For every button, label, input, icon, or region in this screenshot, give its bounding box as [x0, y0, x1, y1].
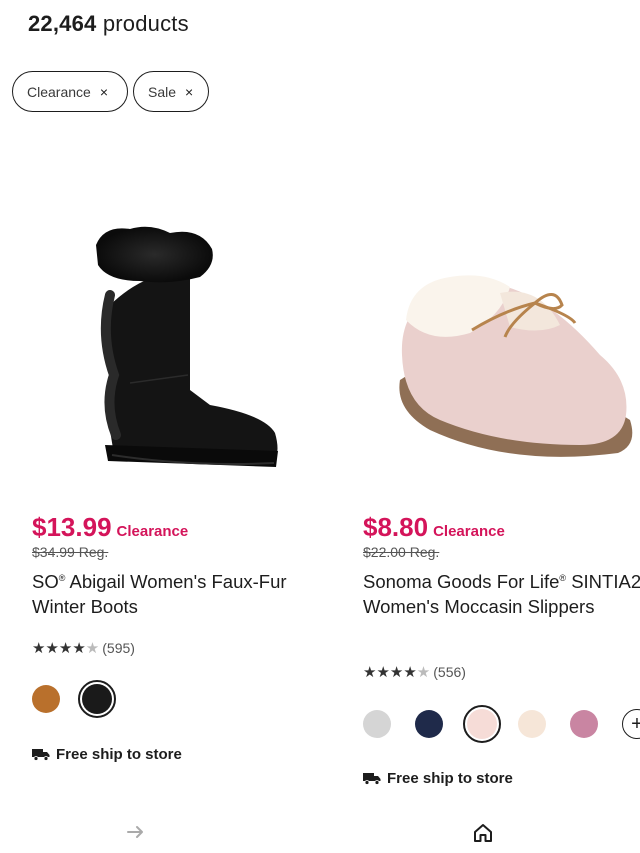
close-icon[interactable]: ×	[100, 84, 108, 100]
product-title-text: Abigail Women's Faux-Fur Winter Boots	[32, 571, 287, 617]
stars-full: ★★★★	[32, 640, 86, 657]
filter-chip-label: Clearance	[27, 83, 91, 100]
filter-chip-clearance[interactable]: Clearance ×	[12, 71, 128, 112]
color-swatches: +	[363, 705, 640, 743]
sale-price: $8.80	[363, 512, 429, 542]
clearance-tag: Clearance	[116, 523, 189, 540]
regular-price: $34.99 Reg.	[32, 544, 109, 560]
swatch-blush-selected[interactable]	[463, 705, 501, 743]
product-title[interactable]: SO® Abigail Women's Faux-Fur Winter Boot…	[32, 570, 322, 619]
arrow-right-icon[interactable]	[126, 822, 146, 842]
shipping-option: Free ship to store	[363, 770, 513, 787]
sale-price: $13.99	[32, 512, 112, 542]
filter-chip-sale[interactable]: Sale ×	[133, 71, 209, 112]
product-count-value: 22,464	[28, 11, 97, 36]
clearance-tag: Clearance	[433, 523, 505, 540]
rating[interactable]: ★★★★★ (556)	[363, 663, 466, 681]
home-icon[interactable]	[473, 823, 493, 843]
product-title-brand: SO	[32, 571, 59, 592]
swatch-cream[interactable]	[518, 710, 546, 738]
shipping-label: Free ship to store	[56, 746, 182, 763]
swatch-black-selected[interactable]	[78, 680, 116, 718]
star-half-icon: ★	[416, 664, 431, 681]
filter-chip-label: Sale	[148, 83, 177, 100]
product-image-boot[interactable]	[90, 205, 290, 505]
regular-price: $22.00 Reg.	[363, 544, 440, 560]
swatch-cognac[interactable]	[32, 685, 60, 713]
price-row: $8.80 Clearance	[363, 512, 505, 543]
product-count: 22,464 products	[28, 11, 189, 37]
plus-icon[interactable]: +	[622, 709, 640, 739]
truck-icon	[363, 773, 381, 785]
review-count: (595)	[102, 640, 135, 656]
shipping-option: Free ship to store	[32, 746, 182, 763]
product-count-label: products	[102, 11, 189, 36]
star-rating-icon: ★★★★★	[32, 639, 99, 657]
price-row: $13.99 Clearance	[32, 512, 188, 543]
swatch-navy[interactable]	[415, 710, 443, 738]
shipping-label: Free ship to store	[387, 770, 513, 787]
stars-full: ★★★★	[363, 664, 417, 681]
product-title[interactable]: Sonoma Goods For Life® SINTIA2 Women's M…	[363, 570, 640, 619]
product-image-slipper[interactable]	[390, 205, 640, 505]
product-title-brand: Sonoma Goods For Life	[363, 571, 560, 592]
star-rating-icon: ★★★★★	[363, 663, 430, 681]
color-swatches	[32, 680, 116, 718]
truck-icon	[32, 749, 50, 761]
star-half-icon: ★	[85, 640, 100, 657]
rating[interactable]: ★★★★★ (595)	[32, 639, 135, 657]
close-icon[interactable]: ×	[185, 84, 193, 100]
swatch-mauve[interactable]	[570, 710, 598, 738]
review-count: (556)	[433, 664, 466, 680]
swatch-grey[interactable]	[363, 710, 391, 738]
